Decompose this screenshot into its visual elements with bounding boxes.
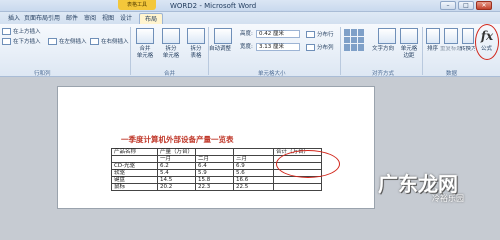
split-cells-button[interactable]: 拆分 单元格 (159, 46, 183, 60)
insert-below-icon (2, 38, 11, 45)
table-cell[interactable]: 22.5 (233, 183, 275, 191)
distribute-columns-icon (306, 44, 315, 51)
convert-to-text-button[interactable]: 转换为文本 (460, 46, 475, 53)
window-title: WORD2 - Microsoft Word (170, 2, 257, 10)
group-label-merge: 合并 (164, 71, 176, 77)
document-title: 一季度计算机外部设备产量一览表 (121, 135, 234, 144)
table-cell[interactable]: CD-光驱 (111, 162, 158, 170)
table-cell[interactable] (233, 148, 275, 156)
align-top-left-icon[interactable] (344, 29, 350, 36)
table-cell[interactable]: 软驱 (111, 169, 158, 177)
sort-button[interactable]: 排序 (427, 46, 438, 53)
table-cell[interactable]: 16.6 (233, 176, 275, 184)
insert-left-button[interactable]: 在左侧插入 (48, 38, 87, 46)
column-width-input[interactable]: 3.13 厘米 (256, 43, 300, 51)
group-label-rows-cols: 行和列 (34, 71, 51, 77)
insert-right-button[interactable]: 在右侧插入 (90, 38, 129, 46)
sort-icon (426, 28, 440, 44)
table-cell[interactable]: 键盘 (111, 176, 158, 184)
group-label-cell-size: 单元格大小 (258, 71, 286, 77)
cell-margins-icon (400, 28, 418, 44)
insert-left-icon (48, 38, 57, 45)
split-cells-icon (162, 28, 180, 44)
distribute-rows-button[interactable]: 分布行 (306, 31, 334, 39)
convert-to-text-icon (462, 28, 474, 44)
table-cell[interactable]: 14.5 (156, 176, 197, 184)
insert-below-button[interactable]: 在下方插入 (2, 38, 41, 46)
align-bottom-center-icon[interactable] (351, 44, 357, 51)
watermark-sub-text: 冷裕乐园 (432, 194, 464, 203)
formula-highlight-circle (475, 24, 499, 60)
split-table-button[interactable]: 拆分 表格 (184, 46, 208, 60)
group-separator (422, 27, 423, 75)
table-cell[interactable]: 产品名称 (111, 148, 158, 156)
width-label: 宽度: (240, 44, 253, 50)
group-label-data: 数据 (446, 71, 458, 77)
split-table-icon (187, 28, 205, 44)
align-top-center-icon[interactable] (351, 29, 357, 36)
align-middle-center-icon[interactable] (351, 36, 357, 44)
table-cell[interactable] (195, 148, 235, 156)
title-bar: 表格工具 WORD2 - Microsoft Word – □ ✕ (0, 0, 500, 12)
minimize-button[interactable]: – (440, 1, 456, 10)
insert-right-icon (90, 38, 99, 45)
merge-cells-icon (136, 28, 154, 44)
table-cell[interactable]: 5.4 (156, 169, 197, 177)
table-cell[interactable]: 鼠标 (111, 183, 158, 191)
align-middle-right-icon[interactable] (358, 36, 364, 44)
tab-mailings[interactable]: 邮件 (66, 13, 78, 24)
text-direction-icon (378, 28, 396, 44)
table-row: 鼠标 20.2 22.3 22.5 (111, 183, 323, 191)
table-cell[interactable]: 5.9 (195, 169, 235, 177)
table-cell[interactable]: 6.2 (156, 162, 197, 170)
distribute-columns-button[interactable]: 分布列 (306, 44, 334, 52)
height-label: 高度: (240, 31, 253, 37)
tab-design[interactable]: 设计 (120, 13, 132, 24)
maximize-button[interactable]: □ (458, 1, 474, 10)
text-direction-button[interactable]: 文字方向 (372, 46, 394, 53)
repeat-header-icon (444, 28, 458, 44)
cell-margins-button[interactable]: 单元格 边距 (398, 46, 420, 60)
group-separator (340, 27, 341, 75)
tab-insert[interactable]: 插入 (8, 13, 20, 24)
align-bottom-left-icon[interactable] (344, 44, 350, 51)
table-cell[interactable]: 产量（万台） (156, 148, 197, 156)
autofit-button[interactable]: 自动调整 (209, 46, 231, 53)
table-cell[interactable]: 22.3 (195, 183, 235, 191)
close-button[interactable]: ✕ (476, 1, 492, 10)
table-cell[interactable] (273, 183, 323, 191)
insert-above-icon (2, 28, 11, 35)
table-cell[interactable]: 6.9 (233, 162, 275, 170)
tab-review[interactable]: 审阅 (84, 13, 96, 24)
group-separator (130, 27, 131, 75)
align-bottom-right-icon[interactable] (358, 44, 364, 51)
table-cell[interactable]: 15.8 (195, 176, 235, 184)
insert-above-button[interactable]: 在上方插入 (2, 28, 41, 36)
table-cell[interactable]: 5.6 (233, 169, 275, 177)
table-row: 键盘 14.5 15.8 16.6 (111, 176, 323, 184)
tab-references[interactable]: 引用 (48, 13, 60, 24)
table-cell[interactable]: 三月 (233, 155, 275, 163)
tab-page-layout[interactable]: 页面布局 (24, 13, 48, 24)
table-cell[interactable]: 一月 (156, 155, 197, 163)
total-cell-highlight-circle (276, 150, 340, 178)
repeat-header-rows-button[interactable]: 重复标题行 (440, 46, 462, 53)
table-cell[interactable]: 二月 (195, 155, 235, 163)
autofit-icon (214, 28, 232, 44)
table-cell[interactable] (111, 155, 158, 163)
align-top-right-icon[interactable] (358, 29, 364, 36)
align-middle-left-icon[interactable] (344, 36, 350, 44)
group-label-alignment: 对齐方式 (372, 71, 395, 77)
ribbon-tab-row: 插入 页面布局 引用 邮件 审阅 视图 设计 布局 (0, 12, 500, 37)
merge-cells-button[interactable]: 合并 单元格 (133, 46, 157, 60)
table-cell[interactable]: 20.2 (156, 183, 197, 191)
table-tools-context-label: 表格工具 (118, 0, 156, 10)
tab-layout[interactable]: 布局 (139, 13, 163, 24)
distribute-rows-icon (306, 31, 315, 38)
tab-view[interactable]: 视图 (102, 13, 114, 24)
table-cell[interactable]: 6.4 (195, 162, 235, 170)
row-height-input[interactable]: 0.42 厘米 (256, 30, 300, 38)
cell-alignment-grid[interactable] (344, 29, 366, 51)
